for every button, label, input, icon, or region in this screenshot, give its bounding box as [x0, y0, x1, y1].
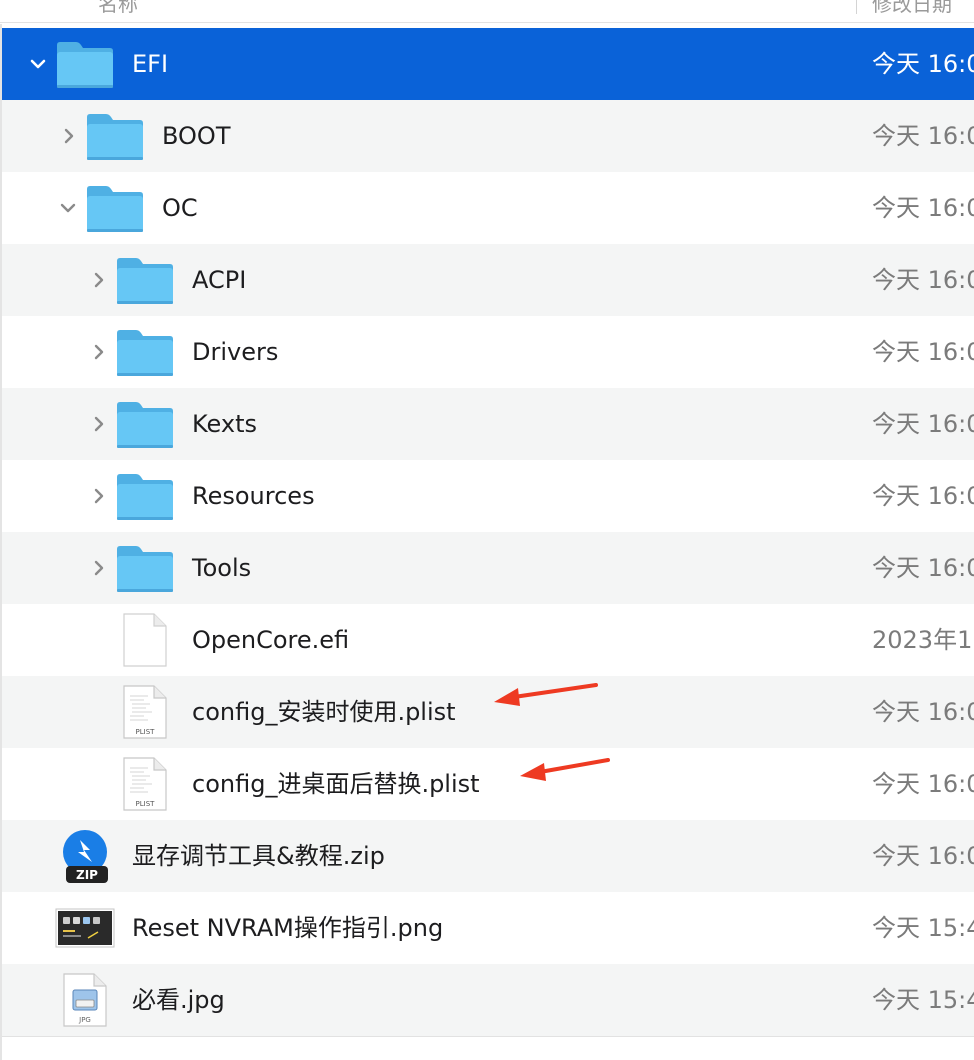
- file-date: 今天 15:4: [872, 914, 974, 942]
- folder-icon: [117, 546, 173, 592]
- plist-file-icon: PLIST: [123, 685, 167, 739]
- file-name: Resources: [192, 482, 315, 510]
- document-icon: [123, 613, 167, 667]
- folder-icon: [117, 474, 173, 520]
- file-name: OpenCore.efi: [192, 626, 350, 654]
- chevron-right-icon[interactable]: [89, 486, 109, 506]
- file-list: EFI 今天 16:0 BOOT 今天 16:0 OC 今天 16:0 ACPI…: [2, 28, 974, 1036]
- annotation-arrow-icon: [520, 758, 610, 781]
- folder-icon: [117, 402, 173, 448]
- file-row-tools[interactable]: Tools 今天 16:0: [2, 532, 974, 604]
- column-header: 名称 修改日期: [0, 0, 974, 23]
- file-row-resources[interactable]: Resources 今天 16:0: [2, 460, 974, 532]
- file-name: 必看.jpg: [132, 986, 225, 1014]
- file-row-reset-nvram-png[interactable]: Reset NVRAM操作指引.png 今天 15:4: [2, 892, 974, 964]
- file-row-drivers[interactable]: Drivers 今天 16:0: [2, 316, 974, 388]
- file-date: 今天 16:0: [872, 338, 974, 366]
- plist-badge: PLIST: [136, 728, 156, 736]
- file-date: 今天 15:4: [872, 986, 974, 1014]
- file-row-must-read-jpg[interactable]: JPG 必看.jpg 今天 15:4: [2, 964, 974, 1036]
- file-date: 今天 16:0: [872, 842, 974, 870]
- file-date: 今天 16:0: [872, 122, 974, 150]
- file-row-config-replace-plist[interactable]: PLIST config_进桌面后替换.plist 今天 16:0: [2, 748, 974, 820]
- file-date: 2023年1: [872, 626, 973, 654]
- file-name: OC: [162, 194, 198, 222]
- file-date: 今天 16:0: [872, 194, 974, 222]
- file-name: ACPI: [192, 266, 247, 294]
- chevron-right-icon[interactable]: [59, 126, 79, 146]
- folder-icon: [87, 186, 143, 232]
- jpg-badge: JPG: [78, 1016, 91, 1024]
- file-date: 今天 16:0: [872, 410, 974, 438]
- file-date: 今天 16:0: [872, 770, 974, 798]
- file-name: Reset NVRAM操作指引.png: [132, 914, 444, 942]
- zip-archive-icon: ZIP: [63, 830, 108, 883]
- folder-icon: [57, 42, 113, 88]
- file-date: 今天 16:0: [872, 266, 974, 294]
- folder-icon: [117, 330, 173, 376]
- chevron-down-icon[interactable]: [28, 54, 48, 74]
- chevron-right-icon[interactable]: [89, 558, 109, 578]
- file-date: 今天 16:0: [872, 554, 974, 582]
- column-header-date-modified[interactable]: 修改日期: [872, 0, 952, 17]
- file-name: config_进桌面后替换.plist: [192, 770, 480, 798]
- chevron-right-icon[interactable]: [89, 342, 109, 362]
- list-bottom-border: [2, 1036, 974, 1037]
- folder-icon: [117, 258, 173, 304]
- file-row-kexts[interactable]: Kexts 今天 16:0: [2, 388, 974, 460]
- column-header-name[interactable]: 名称: [98, 0, 138, 17]
- chevron-right-icon[interactable]: [89, 270, 109, 290]
- file-row-acpi[interactable]: ACPI 今天 16:0: [2, 244, 974, 316]
- column-divider[interactable]: [856, 0, 857, 14]
- plist-file-icon: PLIST: [123, 757, 167, 811]
- zip-badge: ZIP: [76, 868, 98, 882]
- file-date: 今天 16:0: [872, 50, 974, 78]
- file-date: 今天 16:0: [872, 698, 974, 726]
- file-row-efi[interactable]: EFI 今天 16:0: [2, 28, 974, 100]
- file-name: Tools: [192, 554, 252, 582]
- file-name: Kexts: [192, 410, 258, 438]
- image-thumbnail-icon: [55, 908, 115, 948]
- file-name: BOOT: [162, 122, 231, 150]
- file-name: 显存调节工具&教程.zip: [132, 842, 385, 870]
- file-name: Drivers: [192, 338, 279, 366]
- file-row-vram-tool-zip[interactable]: ZIP 显存调节工具&教程.zip 今天 16:0: [2, 820, 974, 892]
- folder-icon: [87, 114, 143, 160]
- plist-badge: PLIST: [136, 800, 156, 808]
- file-date: 今天 16:0: [872, 482, 974, 510]
- jpg-file-icon: JPG: [63, 973, 107, 1027]
- file-name: config_安装时使用.plist: [192, 698, 456, 726]
- chevron-down-icon[interactable]: [58, 198, 78, 218]
- file-row-boot[interactable]: BOOT 今天 16:0: [2, 100, 974, 172]
- file-row-oc[interactable]: OC 今天 16:0: [2, 172, 974, 244]
- file-name: EFI: [132, 50, 169, 78]
- file-row-opencore-efi[interactable]: OpenCore.efi 2023年1: [2, 604, 974, 676]
- annotation-arrow-icon: [494, 683, 598, 706]
- chevron-right-icon[interactable]: [89, 414, 109, 434]
